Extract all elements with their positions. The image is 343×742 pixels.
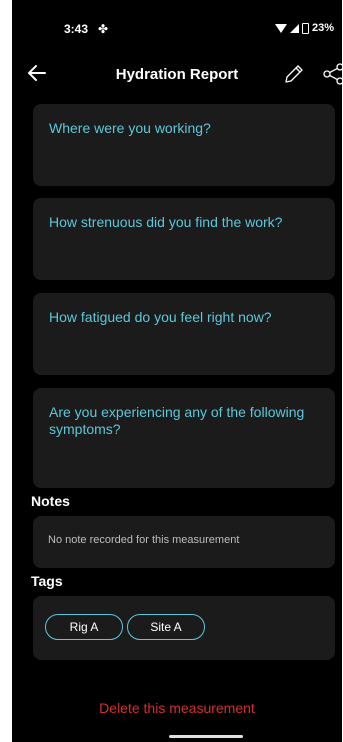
- status-time: 3:43: [64, 22, 89, 36]
- tag-chip[interactable]: Rig A: [45, 614, 123, 640]
- notes-card[interactable]: No note recorded for this measurement: [33, 516, 335, 568]
- fan-icon: ✤: [98, 22, 109, 36]
- delete-measurement-button[interactable]: Delete this measurement: [12, 700, 342, 716]
- edit-button[interactable]: [282, 62, 306, 86]
- question-card-symptoms[interactable]: Are you experiencing any of the followin…: [33, 388, 335, 488]
- share-icon: [323, 63, 342, 85]
- app-bar: Hydration Report: [12, 58, 342, 92]
- wifi-icon: [274, 23, 287, 33]
- question-text: Where were you working?: [49, 120, 211, 136]
- status-indicators: 23%: [274, 22, 334, 34]
- notes-label: Notes: [31, 493, 70, 509]
- question-text: How strenuous did you find the work?: [49, 214, 283, 230]
- status-bar: 3:43 ✤ 23%: [12, 0, 342, 56]
- question-card-strenuous[interactable]: How strenuous did you find the work?: [33, 198, 335, 280]
- pencil-icon: [285, 65, 303, 83]
- question-text: How fatigued do you feel right now?: [49, 309, 272, 325]
- question-card-work-location[interactable]: Where were you working?: [33, 104, 335, 186]
- home-indicator[interactable]: [169, 735, 243, 738]
- battery-icon: [301, 22, 309, 34]
- question-card-fatigue[interactable]: How fatigued do you feel right now?: [33, 293, 335, 375]
- question-text: Are you experiencing any of the followin…: [49, 404, 305, 437]
- tags-label: Tags: [31, 573, 63, 589]
- signal-icon: [289, 23, 299, 33]
- tag-chip[interactable]: Site A: [127, 614, 205, 640]
- note-text: No note recorded for this measurement: [48, 534, 240, 546]
- app-screen: 3:43 ✤ 23% Hydration Report Where were y…: [12, 0, 342, 742]
- tags-card: Rig A Site A: [33, 596, 335, 660]
- battery-percent: 23%: [311, 22, 334, 34]
- share-button[interactable]: [322, 62, 342, 86]
